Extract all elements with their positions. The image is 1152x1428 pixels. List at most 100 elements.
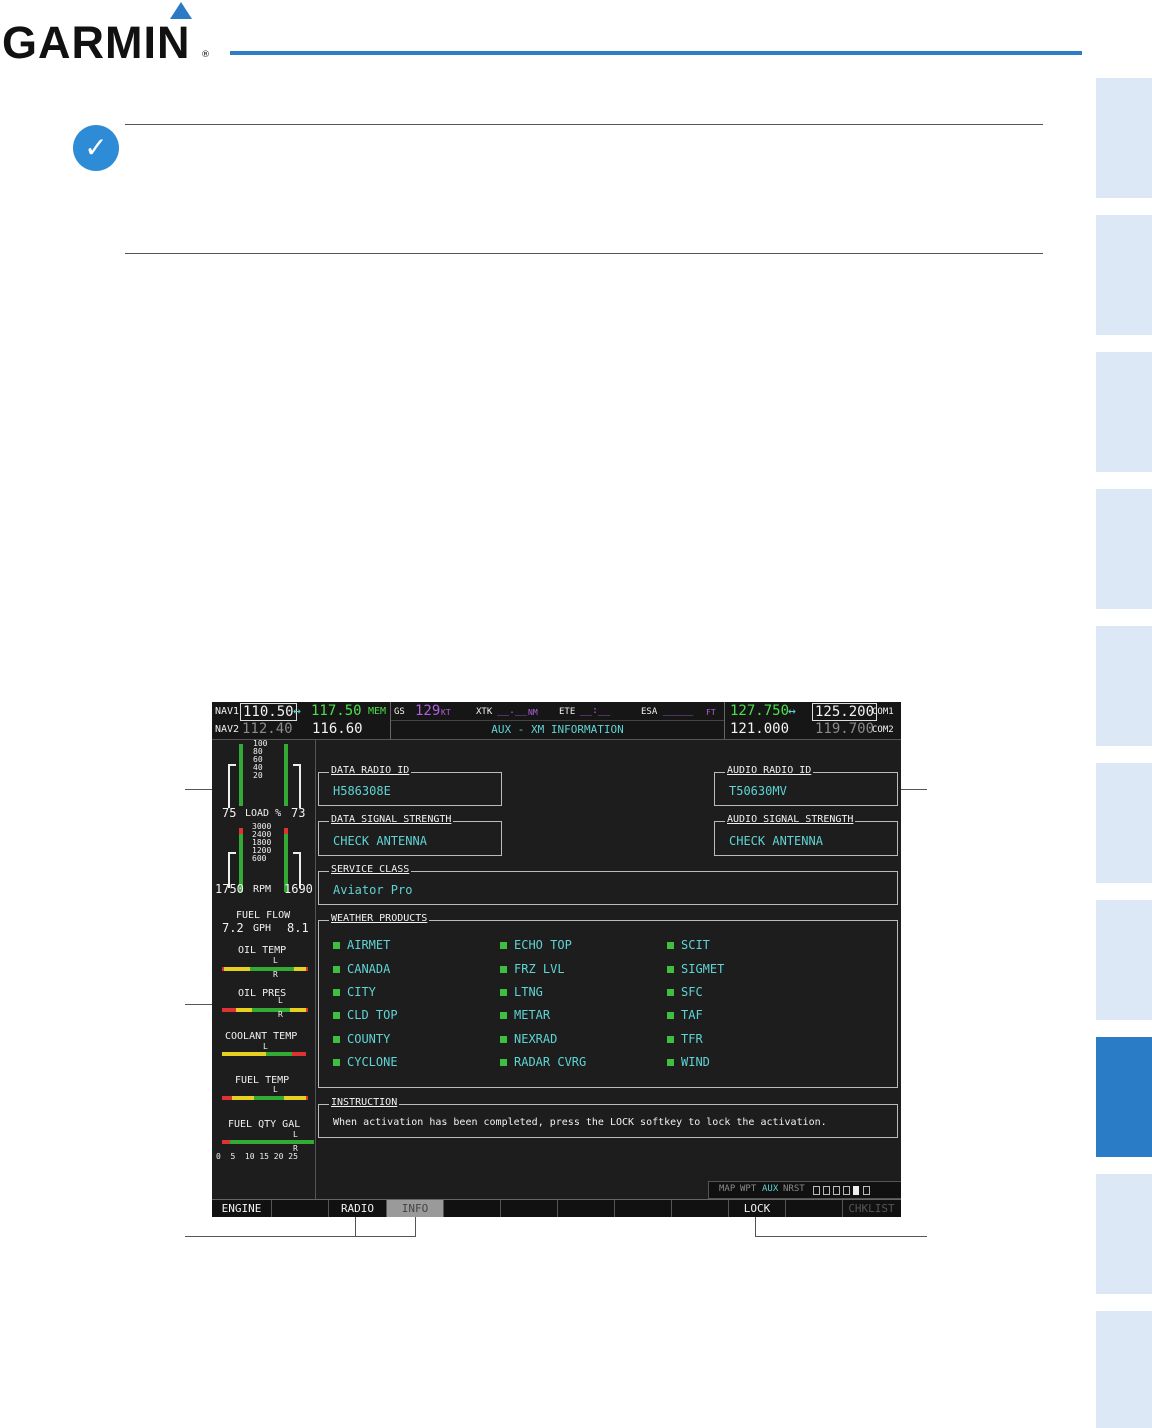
fuel-qty-marker-l: L — [293, 1130, 298, 1139]
softkey-blank[interactable] — [672, 1200, 729, 1217]
section-tab-6[interactable] — [1096, 763, 1152, 883]
section-tab-2[interactable] — [1096, 215, 1152, 335]
fuel-temp-yellow-high — [284, 1096, 308, 1100]
service-class-title: SERVICE CLASS — [329, 864, 412, 875]
load-left-bar — [239, 744, 243, 806]
data-radio-id-value: H586308E — [333, 784, 391, 798]
instruction-text: When activation has been completed, pres… — [333, 1117, 827, 1128]
load-left-value: 75 — [222, 806, 237, 820]
oil-pres-red-low — [222, 1008, 236, 1012]
xtk-unit: NM — [528, 708, 538, 717]
coolant-temp-green — [266, 1052, 292, 1056]
weather-products-panel: WEATHER PRODUCTS AIRMET CANADA CITY CLD … — [318, 913, 898, 1088]
page-dot — [863, 1186, 870, 1195]
service-class-panel: SERVICE CLASS Aviator Pro — [318, 864, 898, 905]
nav2-label: NAV2 — [215, 724, 240, 735]
page-group-aux: AUX — [762, 1184, 779, 1194]
section-tab-10[interactable] — [1096, 1311, 1152, 1428]
weather-product-item: SCIT — [667, 938, 710, 952]
instruction-panel: INSTRUCTION When activation has been com… — [318, 1097, 898, 1138]
section-tab-3[interactable] — [1096, 352, 1152, 472]
softkey-blank[interactable] — [615, 1200, 672, 1217]
section-tab-4[interactable] — [1096, 489, 1152, 609]
section-tab-7[interactable] — [1096, 900, 1152, 1020]
page-dot-active — [853, 1186, 859, 1195]
softkey-blank[interactable] — [558, 1200, 615, 1217]
page-group-wpt: WPT — [740, 1184, 757, 1194]
rpm-left-value: 1750 — [215, 882, 244, 896]
softkey-lock[interactable]: LOCK — [729, 1200, 786, 1217]
fuel-qty-bar — [222, 1140, 314, 1144]
nav2-standby-freq[interactable]: 116.60 — [312, 721, 363, 737]
oil-pres-marker-l: L — [278, 996, 283, 1005]
registered-mark: ® — [201, 50, 210, 60]
softkey-info[interactable]: INFO — [387, 1200, 444, 1217]
com1-active-freq[interactable]: 127.750 — [730, 703, 789, 719]
esa-unit: FT — [706, 708, 716, 717]
audio-radio-id-title: AUDIO RADIO ID — [725, 765, 814, 776]
nav1-standby-freq[interactable]: 117.50 — [311, 703, 362, 719]
rpm-scale: 3000 2400 1800 1200 600 — [252, 822, 272, 863]
weather-product-item: WIND — [667, 1055, 710, 1069]
softkey-blank[interactable] — [444, 1200, 501, 1217]
com2-active-freq[interactable]: 121.000 — [730, 721, 789, 737]
nav2-active-freq[interactable]: 112.40 — [242, 721, 293, 737]
xtk-label: XTK — [476, 707, 493, 717]
com1-standby-freq[interactable]: 125.200 — [812, 703, 878, 721]
page-dot — [843, 1186, 850, 1195]
oil-pres-green — [252, 1008, 290, 1012]
com2-label: COM2 — [872, 725, 894, 735]
softkey-blank[interactable] — [272, 1200, 329, 1217]
audio-signal-strength-value: CHECK ANTENNA — [729, 834, 823, 848]
load-right-bar — [284, 744, 288, 806]
audio-radio-id-panel: AUDIO RADIO ID T50630MV — [714, 765, 898, 806]
header-rule — [230, 51, 1082, 55]
oil-temp-yellow-high — [294, 967, 308, 971]
title-divider — [391, 720, 724, 721]
fuel-flow-right: 8.1 — [287, 921, 309, 935]
data-signal-strength-value: CHECK ANTENNA — [333, 834, 427, 848]
audio-signal-strength-panel: AUDIO SIGNAL STRENGTH CHECK ANTENNA — [714, 814, 898, 856]
mfd-screen: NAV1 110.50 ↔ 117.50 MEM NAV2 112.40 116… — [212, 702, 901, 1217]
weather-product-item: ECHO TOP — [500, 938, 572, 952]
nav1-active-freq[interactable]: 110.50 — [240, 703, 297, 721]
section-tab-5[interactable] — [1096, 626, 1152, 746]
softkey-blank[interactable] — [786, 1200, 843, 1217]
load-label: LOAD % — [245, 808, 282, 819]
service-class-value: Aviator Pro — [333, 883, 413, 897]
softkey-radio[interactable]: RADIO — [329, 1200, 387, 1217]
xtk-value: __.__ — [497, 705, 528, 716]
data-signal-strength-title: DATA SIGNAL STRENGTH — [329, 814, 454, 825]
weather-product-item: SIGMET — [666, 962, 725, 976]
instruction-title: INSTRUCTION — [329, 1097, 400, 1108]
section-tab-9[interactable] — [1096, 1174, 1152, 1294]
ete-label: ETE — [559, 707, 576, 717]
com2-standby-freq[interactable]: 119.700 — [815, 721, 874, 737]
note-check-icon: ✓ — [73, 125, 119, 171]
nav1-mem-label: MEM — [368, 706, 387, 717]
coolant-temp-yellow — [222, 1052, 266, 1056]
weather-product-item: METAR — [499, 1008, 551, 1022]
coolant-marker-l: L — [263, 1042, 268, 1051]
load-scale: 100 80 60 40 20 — [253, 739, 268, 780]
fuel-flow-unit: GPH — [253, 923, 272, 934]
softkey-engine[interactable]: ENGINE — [212, 1200, 272, 1217]
weather-product-item: NEXRAD — [499, 1032, 558, 1046]
top-status-bar: NAV1 110.50 ↔ 117.50 MEM NAV2 112.40 116… — [212, 702, 901, 740]
load-right-pointer — [293, 764, 301, 808]
rpm-right-value: 1690 — [284, 882, 313, 896]
fuel-temp-red-low — [222, 1096, 232, 1100]
esa-value: _____ — [663, 705, 694, 716]
page-title: AUX - XM INFORMATION — [491, 723, 624, 736]
data-radio-id-panel: DATA RADIO ID H586308E — [318, 765, 502, 806]
weather-product-item: CYCLONE — [333, 1055, 398, 1069]
softkey-blank[interactable] — [501, 1200, 558, 1217]
weather-product-item: RADAR CVRG — [499, 1055, 587, 1069]
page-dot — [833, 1186, 840, 1195]
weather-product-item: SFC — [667, 985, 703, 999]
section-tab-1[interactable] — [1096, 78, 1152, 198]
callout-tick-radio — [355, 1214, 356, 1236]
softkey-chklist[interactable]: CHKLIST — [843, 1200, 900, 1217]
section-tab-8-active[interactable] — [1096, 1037, 1152, 1157]
fuel-qty-label: FUEL QTY GAL — [228, 1119, 301, 1130]
